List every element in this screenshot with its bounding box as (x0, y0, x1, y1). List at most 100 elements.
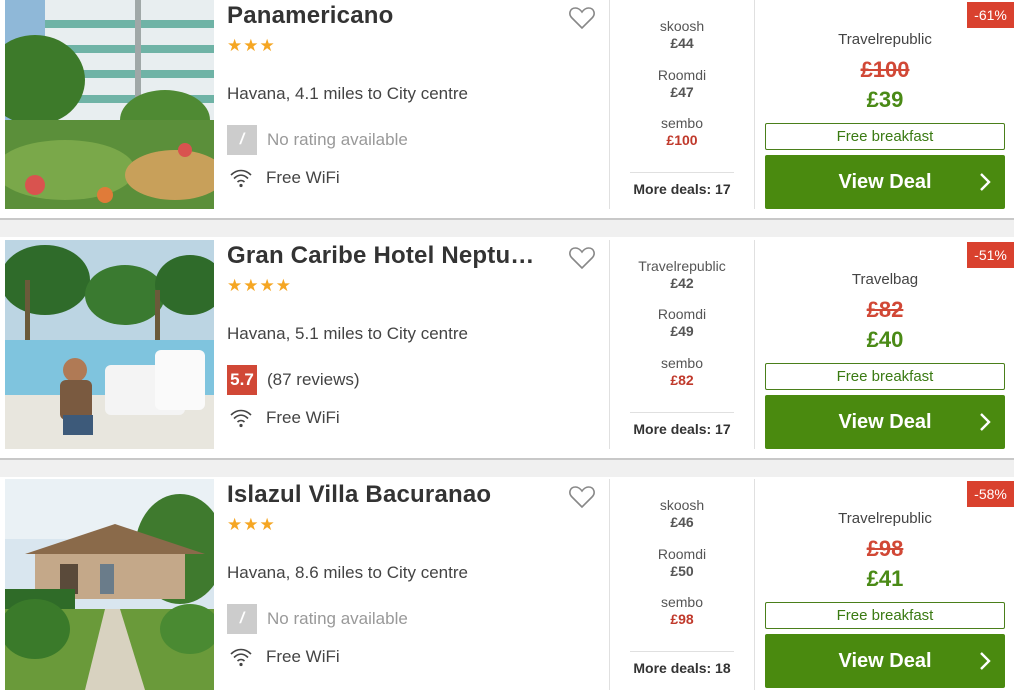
deal-option[interactable]: skoosh £44 (630, 18, 734, 51)
divider (609, 479, 610, 690)
hotel-card: Panamericano ★★★ Havana, 4.1 miles to Ci… (0, 0, 1014, 209)
amenity-wifi: Free WiFi (229, 647, 340, 667)
hotel-name[interactable]: Islazul Villa Bacuranao (227, 481, 557, 509)
other-deals: Travelrepublic £42 Roomdi £49 sembo £82 … (630, 240, 734, 449)
deal-option[interactable]: Travelrepublic £42 (630, 258, 734, 291)
deal-price: £44 (670, 35, 694, 51)
hotel-photo[interactable] (5, 479, 214, 690)
deal-price: £47 (670, 84, 694, 100)
deal-option[interactable]: sembo £82 (630, 355, 734, 388)
deal-provider: skoosh (659, 18, 705, 34)
deal-provider: Roomdi (657, 546, 707, 562)
hotel-name[interactable]: Panamericano (227, 2, 557, 30)
amenity-wifi: Free WiFi (229, 168, 340, 188)
card-gap (0, 220, 1014, 237)
divider (609, 0, 610, 209)
deal-price-main: £39 (866, 87, 904, 112)
discount-badge: -58% (967, 481, 1014, 507)
chevron-right-icon (980, 173, 991, 191)
discount-badge: -51% (967, 242, 1014, 268)
hotel-location: Havana, 4.1 miles to City centre (227, 84, 468, 103)
deal-price-main: £40 (866, 327, 904, 352)
original-price: £98 (866, 536, 904, 561)
original-price: £100 (860, 57, 910, 82)
deal-price: £98 (670, 611, 694, 627)
star-rating: ★★★ (227, 36, 276, 55)
original-price: £82 (866, 297, 904, 322)
star-rating: ★★★ (227, 515, 276, 534)
deal-option[interactable]: sembo £100 (630, 115, 734, 148)
rating-text[interactable]: (87 reviews) (267, 370, 360, 390)
deal-price: £100 (666, 132, 698, 148)
rating-text: No rating available (267, 130, 408, 149)
amenity-label: Free WiFi (266, 168, 340, 187)
deal-price: £49 (670, 323, 694, 339)
divider (609, 240, 610, 449)
free-breakfast-tag: Free breakfast (765, 602, 1005, 629)
wifi-icon (230, 409, 252, 428)
view-deal-button[interactable]: View Deal (765, 155, 1005, 209)
deal-provider: Roomdi (657, 306, 707, 322)
heart-outline-icon[interactable] (569, 246, 595, 270)
hotel-card: Gran Caribe Hotel Neptu… ★★★★ Havana, 5.… (0, 240, 1014, 449)
deal-provider: sembo (660, 355, 704, 371)
star-rating: ★★★★ (227, 276, 292, 295)
deal-option[interactable]: sembo £98 (630, 594, 734, 627)
best-deal-provider: Travelbag (851, 271, 919, 288)
deal-price: £50 (670, 563, 694, 579)
deal-option[interactable]: Roomdi £50 (630, 546, 734, 579)
hotel-photo[interactable] (5, 240, 214, 449)
amenity-label: Free WiFi (266, 647, 340, 666)
hotel-name[interactable]: Gran Caribe Hotel Neptu… (227, 242, 557, 270)
wifi-icon (230, 648, 252, 667)
amenity-label: Free WiFi (266, 408, 340, 427)
guest-rating: 5.7 (87 reviews) (227, 365, 360, 395)
more-deals-link[interactable]: More deals: 17 (630, 412, 734, 437)
rating-score-box: 5.7 (227, 365, 257, 395)
best-deal-provider: Travelrepublic (838, 510, 932, 527)
view-deal-button[interactable]: View Deal (765, 395, 1005, 449)
view-deal-button[interactable]: View Deal (765, 634, 1005, 688)
deal-price: £82 (670, 372, 694, 388)
deal-provider: sembo (660, 115, 704, 131)
deal-provider: skoosh (659, 497, 705, 513)
deal-price: £46 (670, 514, 694, 530)
chevron-right-icon (980, 413, 991, 431)
other-deals: skoosh £44 Roomdi £47 sembo £100 More de… (630, 0, 734, 209)
guest-rating: / No rating available (227, 604, 408, 634)
more-deals-link[interactable]: More deals: 18 (630, 651, 734, 676)
discount-badge: -61% (967, 2, 1014, 28)
rating-score-box: / (227, 604, 257, 634)
more-deals-link[interactable]: More deals: 17 (630, 172, 734, 197)
wifi-icon (230, 169, 252, 188)
heart-outline-icon[interactable] (569, 6, 595, 30)
rating-text: No rating available (267, 609, 408, 628)
hotel-location: Havana, 8.6 miles to City centre (227, 563, 468, 582)
guest-rating: / No rating available (227, 125, 408, 155)
hotel-location: Havana, 5.1 miles to City centre (227, 324, 468, 343)
deal-option[interactable]: Roomdi £49 (630, 306, 734, 339)
hotel-photo[interactable] (5, 0, 214, 209)
divider (754, 240, 755, 449)
free-breakfast-tag: Free breakfast (765, 363, 1005, 390)
amenity-wifi: Free WiFi (229, 408, 340, 428)
other-deals: skoosh £46 Roomdi £50 sembo £98 More dea… (630, 479, 734, 688)
deal-price-main: £41 (866, 566, 904, 591)
hotel-card: Islazul Villa Bacuranao ★★★ Havana, 8.6 … (0, 479, 1014, 699)
rating-score-box: / (227, 125, 257, 155)
divider (754, 479, 755, 690)
deal-provider: sembo (660, 594, 704, 610)
divider (754, 0, 755, 209)
chevron-right-icon (980, 652, 991, 670)
card-gap (0, 460, 1014, 477)
deal-option[interactable]: Roomdi £47 (630, 67, 734, 100)
deal-price: £42 (670, 275, 694, 291)
deal-provider: Travelrepublic (638, 258, 726, 274)
deal-provider: Roomdi (657, 67, 707, 83)
view-deal-label: View Deal (838, 649, 932, 672)
deal-option[interactable]: skoosh £46 (630, 497, 734, 530)
best-deal-provider: Travelrepublic (838, 31, 932, 48)
heart-outline-icon[interactable] (569, 485, 595, 509)
view-deal-label: View Deal (838, 410, 932, 433)
view-deal-label: View Deal (838, 170, 932, 193)
